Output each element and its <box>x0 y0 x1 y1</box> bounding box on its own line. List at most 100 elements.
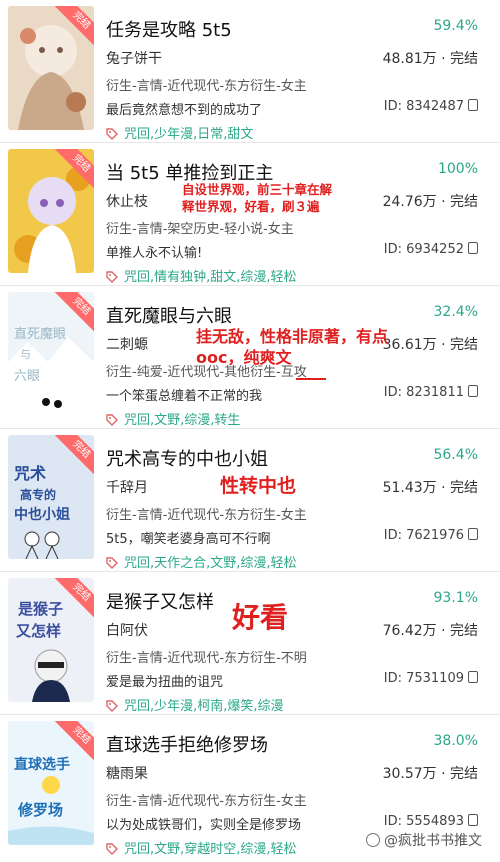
book-author[interactable]: 白阿伏 <box>106 620 148 640</box>
note-line: ooc，纯爽文 <box>196 348 292 367</box>
book-id[interactable]: ID: 5554893 <box>384 814 478 829</box>
book-desc: 一个笨蛋总缠着不正常的我 <box>106 389 263 404</box>
book-genre: 衍生-言情-架空历史-轻小说-女主 <box>106 222 294 237</box>
book-title[interactable]: 是猴子又怎样 <box>106 588 214 614</box>
book-id[interactable]: ID: 6934252 <box>384 242 478 257</box>
book-tags-text[interactable]: 咒回,天作之合,文野,综漫,轻松 <box>124 556 297 571</box>
svg-text:中也小姐: 中也小姐 <box>14 506 70 523</box>
book-author[interactable]: 二刺螈 <box>106 334 148 354</box>
watermark: @疯批书书推文 <box>362 828 486 852</box>
note-line: 释世界观，好看，刷３遍 <box>182 199 320 214</box>
book-id[interactable]: ID: 7531109 <box>384 671 478 686</box>
book-tags: 咒回,文野,穿越时空,综漫,轻松 <box>106 838 297 857</box>
watermark-logo-icon <box>366 833 380 847</box>
book-desc: 5t5，嘲笑老婆身高可不行啊 <box>106 532 271 547</box>
book-tags: 咒回,天作之合,文野,综漫,轻松 <box>106 552 297 571</box>
book-stats: 48.81万 · 完结 <box>382 51 478 67</box>
book-author[interactable]: 糖雨果 <box>106 763 148 783</box>
svg-text:与: 与 <box>20 348 31 361</box>
svg-text:是猴子: 是猴子 <box>17 600 63 618</box>
book-author[interactable]: 兔子饼干 <box>106 48 162 68</box>
book-stats: 36.61万 · 完结 <box>382 337 478 353</box>
book-title[interactable]: 直球选手拒绝修罗场 <box>106 731 268 757</box>
book-tags-text[interactable]: 咒回,文野,穿越时空,综漫,轻松 <box>124 842 297 857</box>
book-cover[interactable]: 完结 <box>8 6 94 130</box>
book-desc: 最后竟然意想不到的成功了 <box>106 103 263 118</box>
book-id-text: ID: 7531109 <box>383 671 464 686</box>
tag-icon <box>106 414 118 426</box>
tag-icon <box>106 128 118 140</box>
svg-text:高专的: 高专的 <box>20 487 56 502</box>
book-tags-text[interactable]: 咒回,少年漫,日常,甜文 <box>124 127 253 142</box>
book-desc: 爱是最为扭曲的诅咒 <box>106 675 224 690</box>
book-id[interactable]: ID: 7621976 <box>384 528 478 543</box>
copy-icon[interactable] <box>468 385 478 397</box>
handwritten-note: 自设世界观，前三十章在解 释世界观，好看，刷３遍 <box>182 181 332 215</box>
copy-icon[interactable] <box>468 671 478 683</box>
svg-text:修罗场: 修罗场 <box>17 801 63 819</box>
book-rate: 38.0% <box>433 733 478 749</box>
book-stats: 24.76万 · 完结 <box>382 194 478 210</box>
book-rate: 32.4% <box>433 304 478 320</box>
book-cover[interactable]: 直死魔眼 与 六眼 完结 <box>8 292 94 416</box>
book-rate: 100% <box>437 161 478 177</box>
book-id-text: ID: 8342487 <box>383 99 464 114</box>
handwritten-note: 好看 <box>232 601 289 634</box>
book-title[interactable]: 直死魔眼与六眼 <box>106 302 232 328</box>
note-line: 挂无敌，性格非原著，有点 <box>196 327 389 346</box>
book-stats: 30.57万 · 完结 <box>382 766 478 782</box>
book-cover[interactable]: 咒术 高专的 中也小姐 完结 <box>8 435 94 559</box>
book-tags: 咒回,少年漫,日常,甜文 <box>106 123 253 142</box>
book-tags-text[interactable]: 咒回,少年漫,柯南,爆笑,综漫 <box>124 699 284 714</box>
book-author[interactable]: 休止枝 <box>106 191 148 211</box>
book-rate: 93.1% <box>433 590 478 606</box>
book-rate: 56.4% <box>433 447 478 463</box>
copy-icon[interactable] <box>468 99 478 111</box>
book-tags: 咒回,情有独钟,甜文,综漫,轻松 <box>106 266 297 285</box>
book-title[interactable]: 任务是攻略 5t5 <box>106 16 232 42</box>
book-cover[interactable]: 是猴子 又怎样 完结 <box>8 578 94 702</box>
note-line: 自设世界观，前三十章在解 <box>182 182 333 197</box>
book-card[interactable]: 是猴子 又怎样 完结 是猴子又怎样 93.1% 白阿伏 76.42万 · 完结 … <box>0 572 500 715</box>
book-tags: 咒回,少年漫,柯南,爆笑,综漫 <box>106 695 284 714</box>
tag-icon <box>106 557 118 569</box>
handwritten-note: 挂无敌，性格非原著，有点 ooc，纯爽文 <box>196 326 388 368</box>
book-card[interactable]: 完结 当 5t5 单推捡到正主 100% 休止枝 24.76万 · 完结 衍生-… <box>0 143 500 286</box>
tag-icon <box>106 271 118 283</box>
book-id[interactable]: ID: 8342487 <box>384 99 478 114</box>
svg-text:咒术: 咒术 <box>14 464 46 483</box>
book-card[interactable]: 咒术 高专的 中也小姐 完结 咒术高专的中也小姐 56.4% 千辞月 51.43… <box>0 429 500 572</box>
svg-text:直球选手: 直球选手 <box>14 756 70 773</box>
book-tags-text[interactable]: 咒回,文野,综漫,转生 <box>124 413 240 428</box>
book-id[interactable]: ID: 8231811 <box>384 385 478 400</box>
book-genre: 衍生-言情-近代现代-东方衍生-女主 <box>106 508 307 523</box>
book-desc: 以为处成铁哥们，实则全是修罗场 <box>106 818 302 833</box>
book-stats: 51.43万 · 完结 <box>382 480 478 496</box>
book-genre: 衍生-言情-近代现代-东方衍生-不明 <box>106 651 307 666</box>
svg-text:又怎样: 又怎样 <box>16 622 61 640</box>
tag-icon <box>106 843 118 855</box>
copy-icon[interactable] <box>468 814 478 826</box>
book-cover[interactable]: 直球选手 修罗场 完结 <box>8 721 94 845</box>
copy-icon[interactable] <box>468 528 478 540</box>
book-cover[interactable]: 完结 <box>8 149 94 273</box>
book-desc: 单推人永不认输! <box>106 246 203 261</box>
book-tags: 咒回,文野,综漫,转生 <box>106 409 240 428</box>
book-stats: 76.42万 · 完结 <box>382 623 478 639</box>
book-genre: 衍生-言情-近代现代-东方衍生-女主 <box>106 794 307 809</box>
copy-icon[interactable] <box>468 242 478 254</box>
book-card[interactable]: 直死魔眼 与 六眼 完结 直死魔眼与六眼 32.4% 二刺螈 36.61万 · … <box>0 286 500 429</box>
handwritten-note: 性转中也 <box>220 475 297 497</box>
book-tags-text[interactable]: 咒回,情有独钟,甜文,综漫,轻松 <box>124 270 297 285</box>
watermark-text: @疯批书书推文 <box>384 833 482 849</box>
svg-text:直死魔眼: 直死魔眼 <box>14 327 66 342</box>
book-card[interactable]: 完结 任务是攻略 5t5 59.4% 兔子饼干 48.81万 · 完结 衍生-言… <box>0 0 500 143</box>
book-id-text: ID: 7621976 <box>383 528 464 543</box>
book-rate: 59.4% <box>433 18 478 34</box>
book-id-text: ID: 8231811 <box>383 385 464 400</box>
book-list: 完结 任务是攻略 5t5 59.4% 兔子饼干 48.81万 · 完结 衍生-言… <box>0 0 500 862</box>
book-id-text: ID: 5554893 <box>383 814 464 829</box>
book-title[interactable]: 咒术高专的中也小姐 <box>106 445 268 471</box>
book-id-text: ID: 6934252 <box>383 242 464 257</box>
book-author[interactable]: 千辞月 <box>106 477 148 497</box>
